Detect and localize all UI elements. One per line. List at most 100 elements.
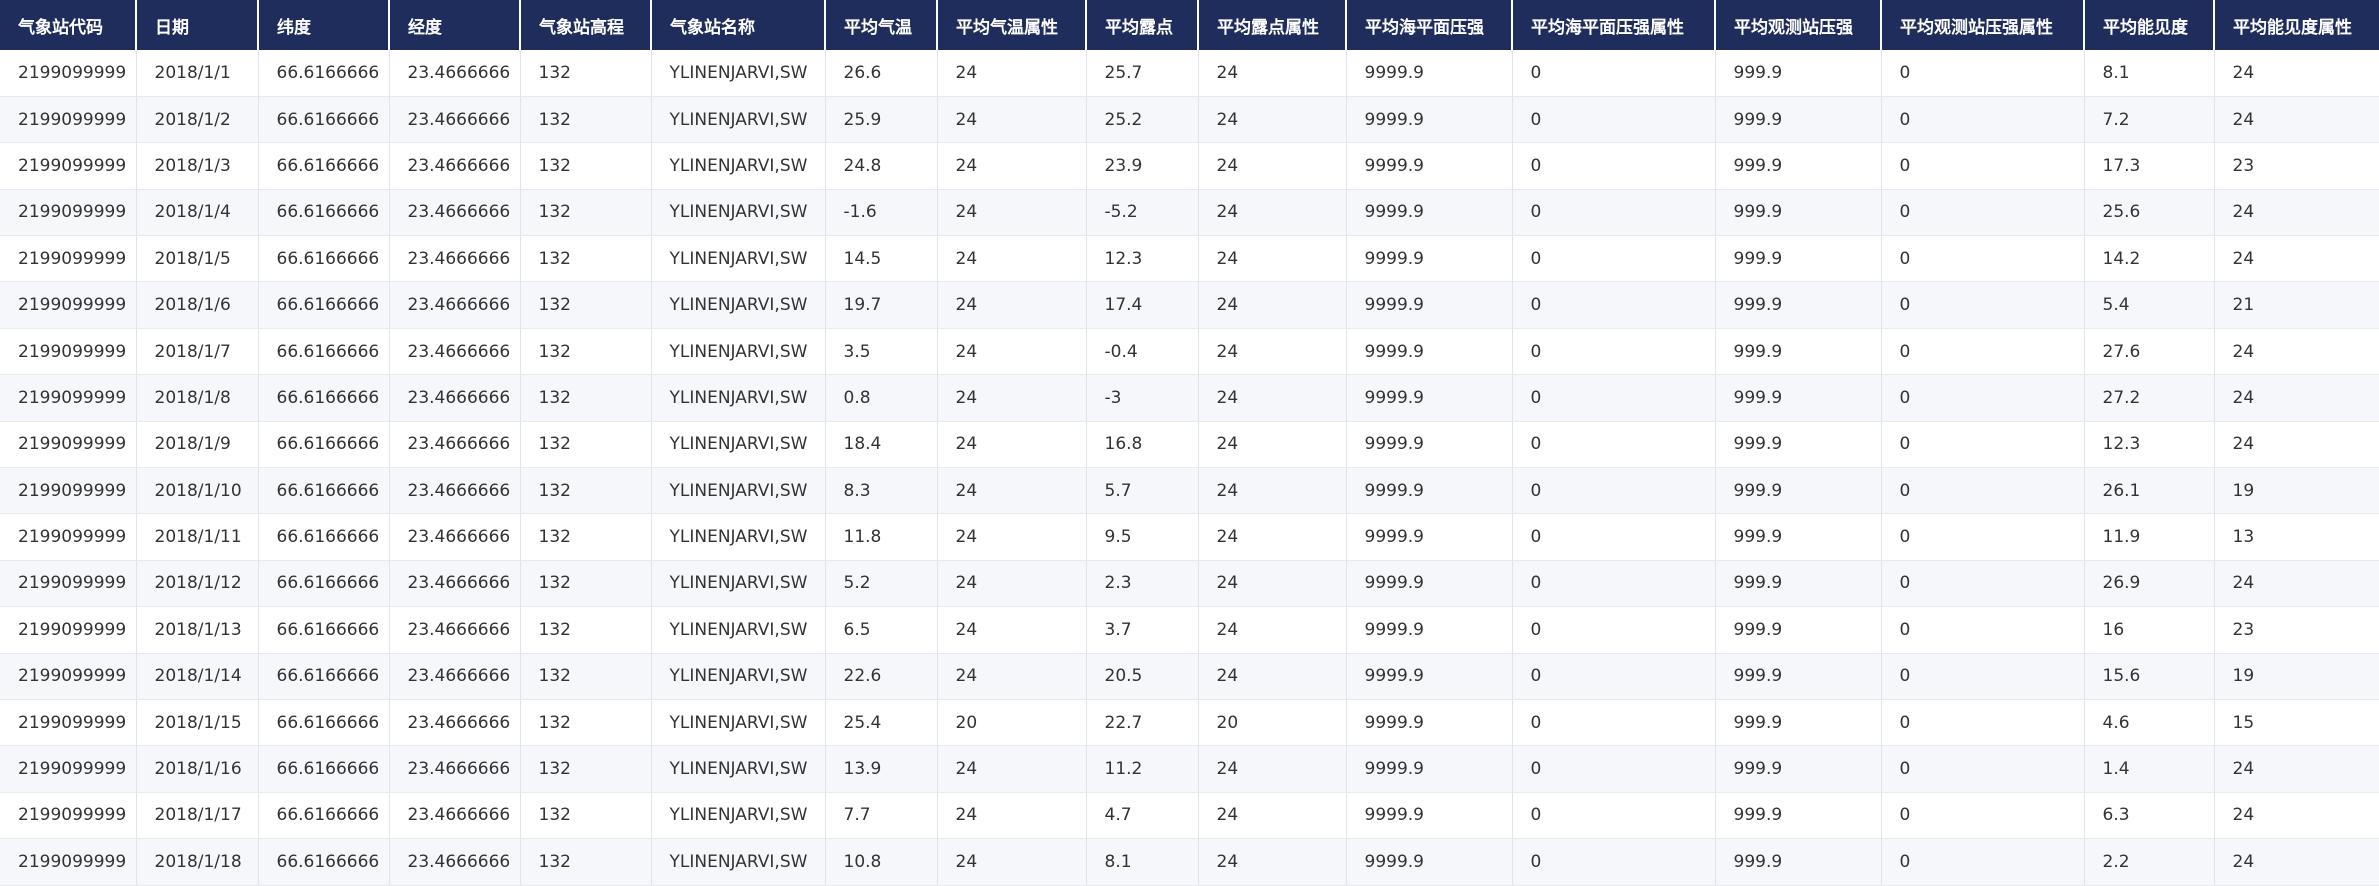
column-header[interactable]: 平均海平面压强属性 [1512,0,1716,50]
table-cell: 0 [1512,560,1716,608]
table-cell: YLINENJARVI,SW [651,189,826,237]
table-cell: 24 [937,189,1087,237]
table-row[interactable]: 2199099999 2018/1/17 66.6166666 23.4666666 1… [0,792,2379,840]
table-cell: 66.6166666 [258,838,390,886]
table-cell: 0 [1881,699,2085,747]
table-cell: 2199099999 [0,421,137,469]
column-header[interactable]: 平均能见度 [2084,0,2215,50]
table-row[interactable]: 2199099999 2018/1/1 66.6166666 23.4666666 13… [0,50,2379,97]
table-cell: 9999.9 [1346,745,1513,793]
table-cell: 0 [1512,792,1716,840]
table-cell: YLINENJARVI,SW [651,513,826,561]
column-header[interactable]: 经度 [389,0,521,50]
table-cell: 23.4666666 [389,189,521,237]
column-header[interactable]: 平均海平面压强 [1346,0,1513,50]
table-cell: 0 [1881,328,2085,376]
table-cell: 132 [520,606,652,654]
table-cell: 18.4 [825,421,938,469]
table-row[interactable]: 2199099999 2018/1/12 66.6166666 23.4666666 1… [0,560,2379,608]
column-header[interactable]: 纬度 [258,0,390,50]
table-cell: 0 [1512,281,1716,329]
table-cell: 2018/1/6 [136,281,259,329]
table-cell: 24 [2214,745,2379,793]
table-row[interactable]: 2199099999 2018/1/2 66.6166666 23.4666666 13… [0,96,2379,144]
table-cell: 9999.9 [1346,142,1513,190]
table-cell: 66.6166666 [258,467,390,515]
table-row[interactable]: 2199099999 2018/1/15 66.6166666 23.4666666 1… [0,699,2379,747]
table-cell: YLINENJARVI,SW [651,653,826,700]
table-cell: 2018/1/2 [136,96,259,144]
table-cell: 24 [937,560,1087,608]
table-cell: 0 [1881,50,2085,97]
table-cell: 9999.9 [1346,792,1513,840]
table-row[interactable]: 2199099999 2018/1/13 66.6166666 23.4666666 1… [0,606,2379,654]
table-cell: 66.6166666 [258,235,390,283]
table-cell: 24 [1198,513,1347,561]
table-cell: 24 [937,374,1087,422]
table-cell: 66.6166666 [258,792,390,840]
table-cell: 132 [520,142,652,190]
table-cell: 4.7 [1086,792,1199,840]
column-header[interactable]: 平均露点 [1086,0,1199,50]
table-cell: 9999.9 [1346,50,1513,97]
table-cell: 2199099999 [0,467,137,515]
table-row[interactable]: 2199099999 2018/1/3 66.6166666 23.4666666 13… [0,142,2379,190]
table-row[interactable]: 2199099999 2018/1/11 66.6166666 23.4666666 1… [0,513,2379,561]
table-cell: 2199099999 [0,374,137,422]
table-cell: 66.6166666 [258,653,390,700]
table-cell: 24 [1198,745,1347,793]
table-body: 2199099999 2018/1/1 66.6166666 23.4666666 13… [0,50,2379,886]
table-row[interactable]: 2199099999 2018/1/7 66.6166666 23.4666666 13… [0,328,2379,376]
column-header[interactable]: 平均观测站压强属性 [1881,0,2085,50]
table-cell: YLINENJARVI,SW [651,606,826,654]
column-header[interactable]: 气象站高程 [520,0,652,50]
table-row[interactable]: 2199099999 2018/1/14 66.6166666 23.4666666 1… [0,653,2379,700]
column-header[interactable]: 平均露点属性 [1198,0,1347,50]
table-cell: 24 [2214,421,2379,469]
table-cell: 2018/1/12 [136,560,259,608]
column-header[interactable]: 平均能见度属性 [2214,0,2379,50]
column-header[interactable]: 气象站代码 [0,0,137,50]
table-cell: 24 [937,467,1087,515]
table-row[interactable]: 2199099999 2018/1/8 66.6166666 23.4666666 13… [0,374,2379,422]
table-cell: 132 [520,560,652,608]
table-row[interactable]: 2199099999 2018/1/6 66.6166666 23.4666666 13… [0,281,2379,329]
table-cell: 0 [1881,606,2085,654]
table-row[interactable]: 2199099999 2018/1/9 66.6166666 23.4666666 13… [0,421,2379,469]
table-cell: 0 [1881,560,2085,608]
table-cell: 24 [1198,142,1347,190]
table-cell: 0 [1512,699,1716,747]
table-cell: -0.4 [1086,328,1199,376]
table-row[interactable]: 2199099999 2018/1/10 66.6166666 23.4666666 1… [0,467,2379,515]
table-cell: 9999.9 [1346,374,1513,422]
table-row[interactable]: 2199099999 2018/1/5 66.6166666 23.4666666 13… [0,235,2379,283]
table-row[interactable]: 2199099999 2018/1/18 66.6166666 23.4666666 1… [0,838,2379,886]
table-cell: 0 [1512,142,1716,190]
table-cell: 23.4666666 [389,328,521,376]
table-cell: 999.9 [1715,699,1882,747]
table-cell: 15 [2214,699,2379,747]
table-row[interactable]: 2199099999 2018/1/16 66.6166666 23.4666666 1… [0,745,2379,793]
table-cell: 2199099999 [0,189,137,237]
column-header[interactable]: 平均气温 [825,0,938,50]
table-cell: 0 [1512,374,1716,422]
table-cell: 66.6166666 [258,50,390,97]
table-cell: 2199099999 [0,560,137,608]
table-cell: 24 [937,96,1087,144]
table-cell: 2018/1/16 [136,745,259,793]
table-cell: -1.6 [825,189,938,237]
table-cell: 0 [1512,653,1716,700]
table-row[interactable]: 2199099999 2018/1/4 66.6166666 23.4666666 13… [0,189,2379,237]
column-header[interactable]: 日期 [136,0,259,50]
column-header[interactable]: 气象站名称 [651,0,826,50]
table-cell: 11.2 [1086,745,1199,793]
table-cell: 14.2 [2084,235,2215,283]
table-cell: 0 [1881,96,2085,144]
table-cell: 24 [2214,838,2379,886]
column-header[interactable]: 平均气温属性 [937,0,1087,50]
table-cell: 2018/1/18 [136,838,259,886]
table-cell: 24 [1198,374,1347,422]
table-cell: 2018/1/4 [136,189,259,237]
column-header[interactable]: 平均观测站压强 [1715,0,1882,50]
table-cell: 132 [520,328,652,376]
